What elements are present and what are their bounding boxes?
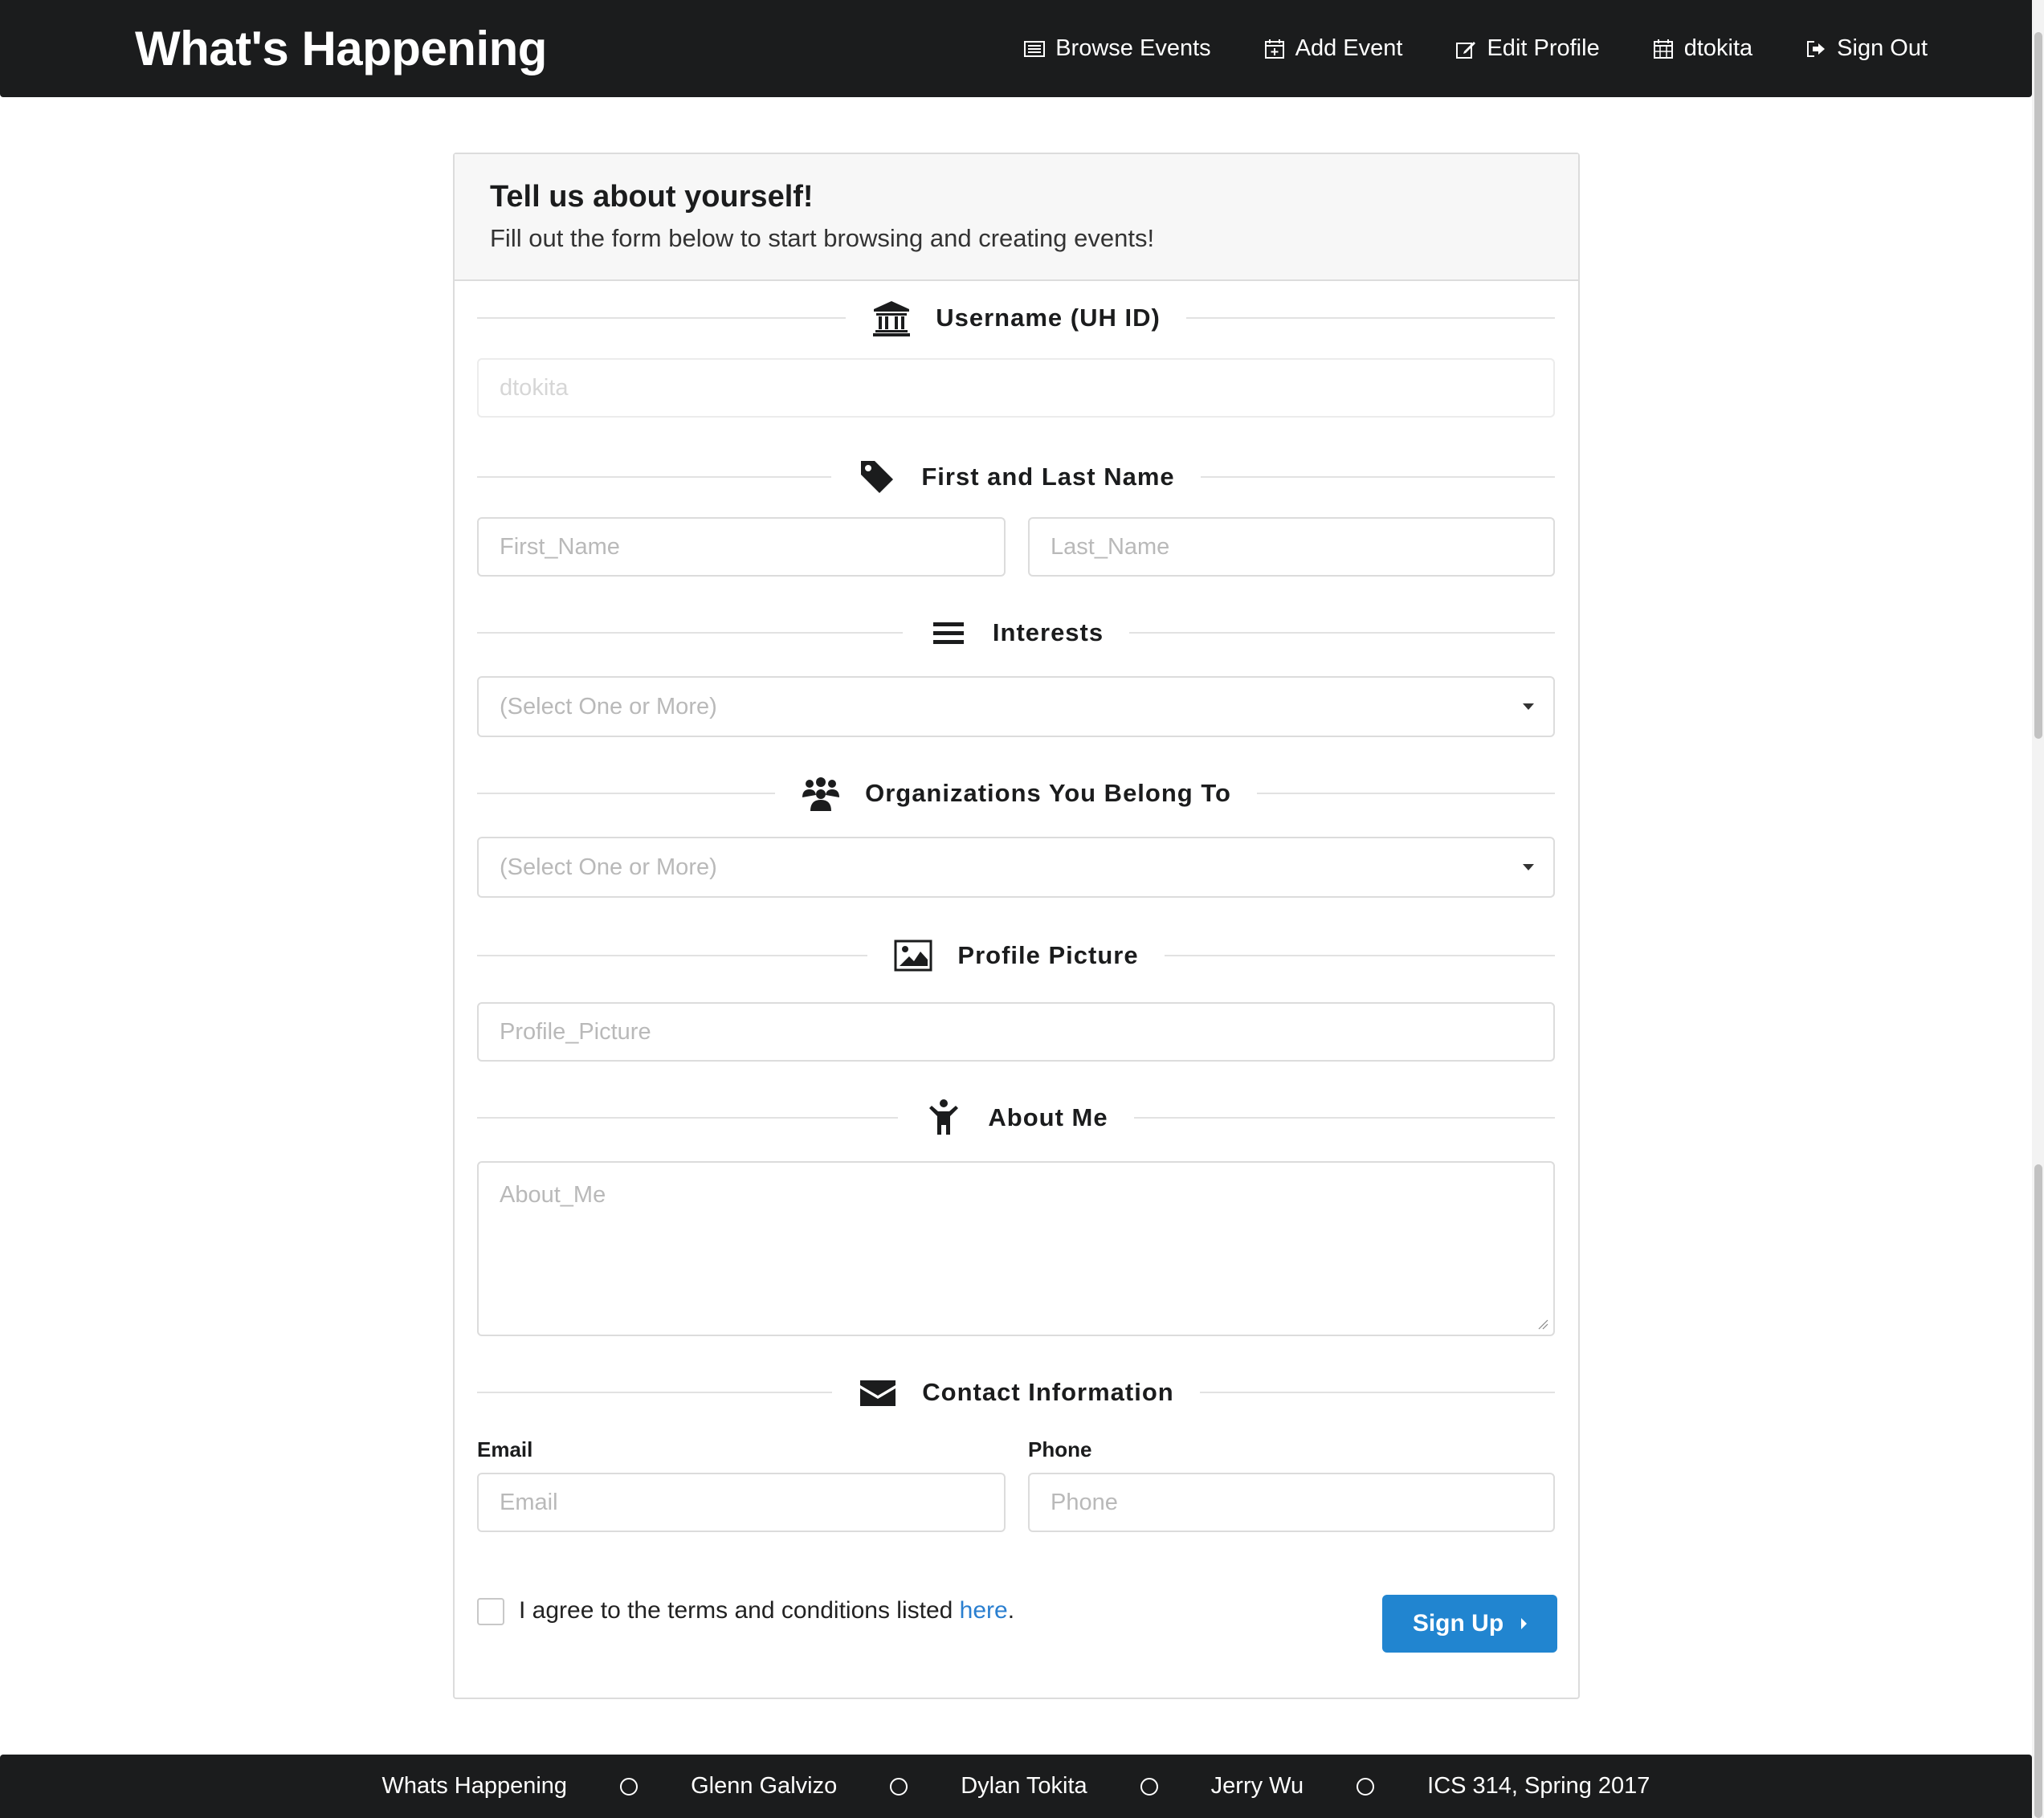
scrollbar-thumb[interactable] [2034, 32, 2042, 739]
users-icon [802, 777, 840, 811]
footer-item-author: Glenn Galvizo [691, 1773, 838, 1799]
nav-add-event-label: Add Event [1295, 35, 1403, 61]
sign-up-label: Sign Up [1412, 1610, 1504, 1637]
circle-icon [1140, 1777, 1158, 1796]
contact-section-header: Contact Information [477, 1368, 1555, 1416]
image-icon [894, 940, 932, 972]
interests-placeholder: (Select One or More) [500, 693, 717, 719]
interests-section-title: Interests [992, 618, 1104, 646]
terms-prefix: I agree to the terms and conditions list… [519, 1597, 960, 1624]
last-name-placeholder: Last_Name [1051, 533, 1170, 560]
nav-edit-profile[interactable]: Edit Profile [1454, 35, 1600, 62]
phone-input[interactable]: Phone [1028, 1473, 1555, 1532]
phone-label: Phone [1028, 1437, 1092, 1461]
circle-icon [620, 1777, 638, 1796]
organizations-section-title: Organizations You Belong To [865, 779, 1231, 807]
interests-section-header: Interests [477, 609, 1556, 657]
first-name-input[interactable]: First_Name [477, 517, 1006, 577]
form-header: Tell us about yourself! Fill out the for… [455, 154, 1578, 281]
circle-icon [1357, 1777, 1375, 1796]
picture-section-title: Profile Picture [957, 941, 1139, 969]
sign-up-button[interactable]: Sign Up [1382, 1595, 1557, 1653]
child-icon [929, 1099, 959, 1135]
nav-sign-out-label: Sign Out [1837, 35, 1928, 61]
profile-picture-input[interactable]: Profile_Picture [477, 1002, 1555, 1062]
envelope-icon [860, 1380, 896, 1406]
footer-item-course: ICS 314, Spring 2017 [1427, 1773, 1650, 1799]
organizations-placeholder: (Select One or More) [500, 854, 717, 880]
edit-icon [1456, 41, 1476, 59]
nav-browse-events[interactable]: Browse Events [1023, 35, 1211, 62]
nav-user-label: dtokita [1683, 35, 1753, 61]
list-icon [1024, 40, 1046, 57]
profile-picture-placeholder: Profile_Picture [500, 1018, 651, 1045]
nav-edit-profile-label: Edit Profile [1487, 35, 1600, 61]
sign-out-icon [1807, 40, 1826, 57]
chevron-down-icon [1523, 703, 1534, 710]
about-me-placeholder: About_Me [500, 1182, 606, 1208]
form-subtitle: Fill out the form below to start browsin… [490, 224, 1155, 252]
calendar-plus-icon [1264, 39, 1284, 59]
name-section-title: First and Last Name [921, 463, 1175, 491]
calendar-icon [1653, 39, 1673, 59]
about-section-title: About Me [988, 1103, 1108, 1131]
first-name-placeholder: First_Name [500, 533, 620, 560]
username-value: dtokita [500, 374, 569, 401]
nav-add-event[interactable]: Add Event [1263, 35, 1403, 62]
nav-sign-out[interactable]: Sign Out [1805, 35, 1928, 62]
interests-select[interactable]: (Select One or More) [477, 676, 1555, 737]
nav-menu: Browse Events Add Event Edit Profile dto… [971, 0, 1928, 97]
circle-icon [890, 1777, 908, 1796]
picture-section-header: Profile Picture [477, 931, 1555, 980]
chevron-down-icon [1523, 864, 1534, 870]
organizations-section-header: Organizations You Belong To [477, 769, 1555, 817]
terms-suffix: . [1007, 1597, 1015, 1624]
last-name-input[interactable]: Last_Name [1028, 517, 1555, 577]
email-placeholder: Email [500, 1489, 558, 1515]
footer-item-author: Dylan Tokita [961, 1773, 1087, 1799]
contact-section-title: Contact Information [922, 1378, 1174, 1406]
scrollbar-thumb-lower[interactable] [2034, 1164, 2042, 1818]
organizations-select[interactable]: (Select One or More) [477, 837, 1555, 898]
footer: Whats Happening Glenn Galvizo Dylan Toki… [0, 1755, 2032, 1818]
username-input: dtokita [477, 358, 1555, 418]
footer-item-app: Whats Happening [381, 1773, 568, 1799]
email-input[interactable]: Email [477, 1473, 1006, 1532]
resize-handle-icon[interactable] [1537, 1319, 1548, 1330]
username-section-title: Username (UH ID) [936, 304, 1161, 332]
tag-icon [861, 461, 894, 493]
university-icon [873, 301, 911, 336]
form-title: Tell us about yourself! [490, 180, 814, 214]
caret-right-icon [1521, 1618, 1528, 1629]
terms-text: I agree to the terms and conditions list… [519, 1597, 1014, 1624]
brand-title[interactable]: What's Happening [135, 21, 547, 76]
nav-user-dtokita[interactable]: dtokita [1652, 35, 1752, 62]
profile-form-card: Tell us about yourself! Fill out the for… [453, 153, 1580, 1699]
about-section-header: About Me [477, 1094, 1556, 1142]
terms-checkbox[interactable] [477, 1598, 504, 1625]
username-section-header: Username (UH ID) [477, 294, 1555, 342]
top-navbar: What's Happening Browse Events Add Event… [0, 0, 2032, 97]
about-me-textarea[interactable]: About_Me [477, 1161, 1555, 1336]
phone-placeholder: Phone [1051, 1489, 1118, 1515]
bars-icon [932, 622, 964, 644]
footer-item-author: Jerry Wu [1210, 1773, 1304, 1799]
name-section-header: First and Last Name [477, 453, 1555, 501]
email-label: Email [477, 1437, 533, 1461]
nav-browse-events-label: Browse Events [1055, 35, 1211, 61]
terms-link[interactable]: here [960, 1597, 1008, 1624]
